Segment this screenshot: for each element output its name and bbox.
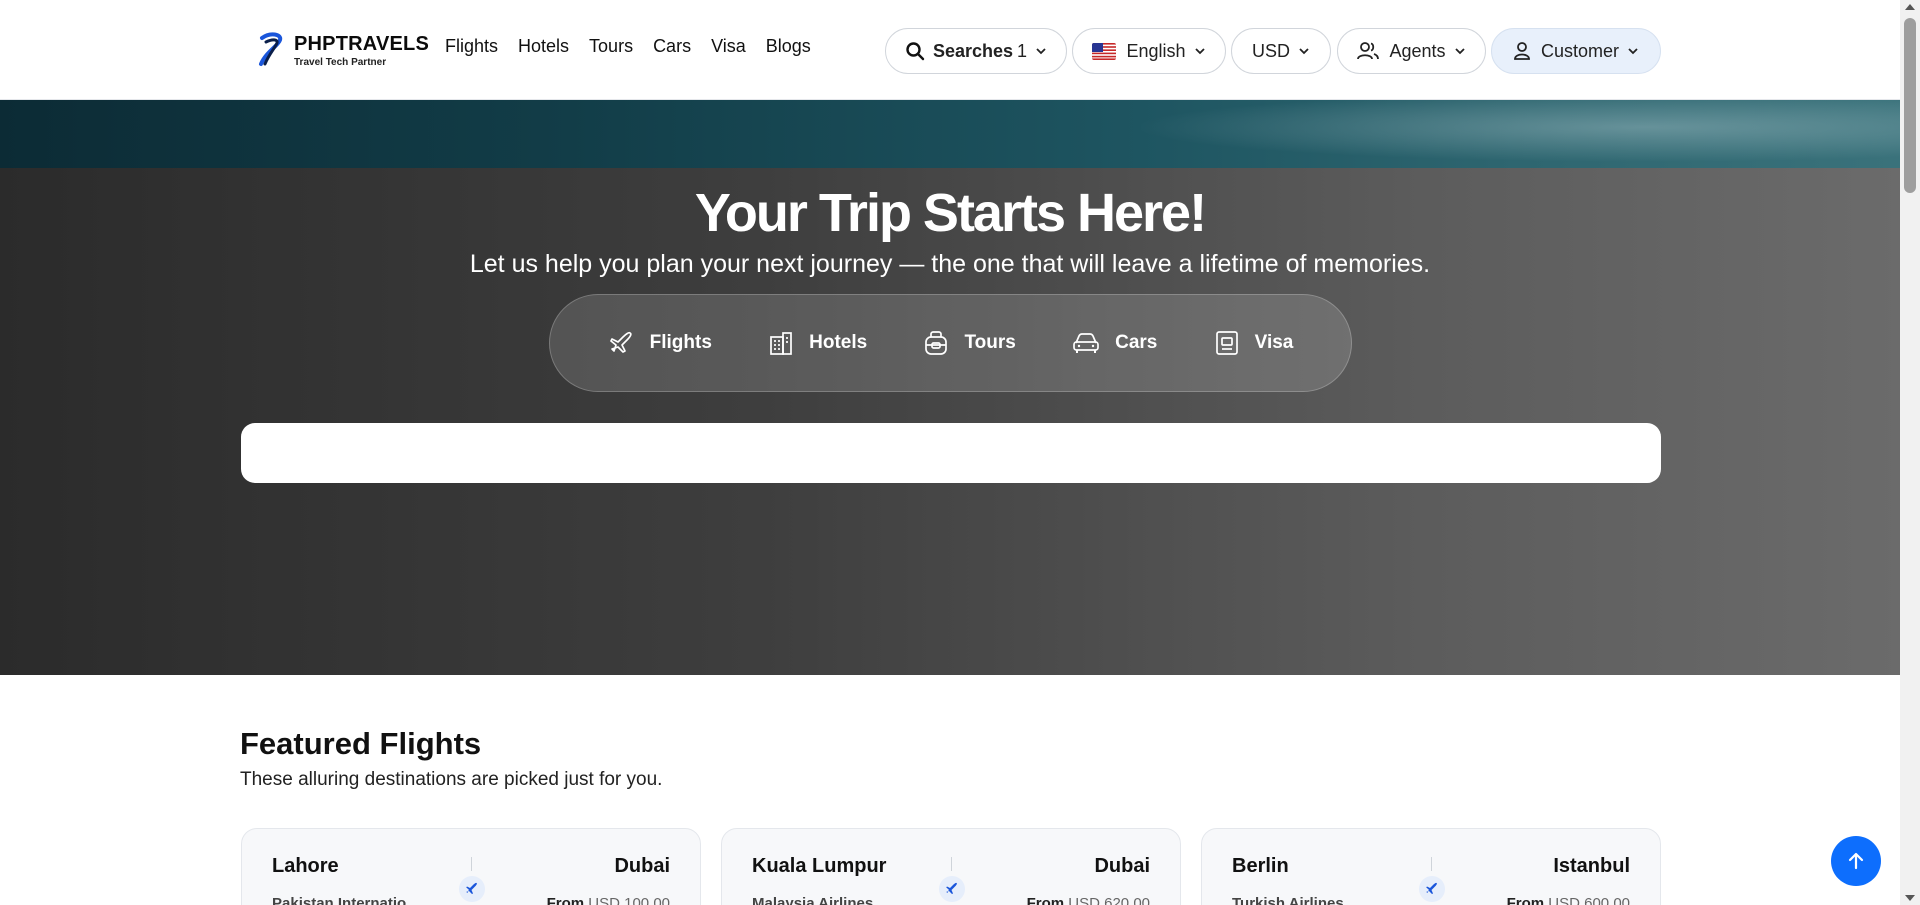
nav-cars[interactable]: Cars bbox=[653, 36, 691, 57]
chevron-down-icon bbox=[1454, 48, 1465, 55]
chevron-down-icon bbox=[1628, 48, 1638, 55]
price-value: USD 600.00 bbox=[1548, 895, 1630, 905]
tab-cars-label: Cars bbox=[1115, 332, 1158, 353]
price-prefix: From bbox=[1026, 895, 1065, 905]
scroll-up-arrow-icon[interactable] bbox=[1905, 4, 1915, 10]
customer-dropdown[interactable]: Customer bbox=[1491, 28, 1661, 74]
featured-flight-card[interactable]: Berlin Istanbul Turkish Airlines From US… bbox=[1201, 828, 1661, 905]
destination-city: Dubai bbox=[1094, 855, 1150, 877]
plane-icon bbox=[1419, 876, 1445, 902]
site-header: PHPTRAVELS Travel Tech Partner Flights H… bbox=[0, 0, 1900, 100]
featured-flight-card[interactable]: Kuala Lumpur Dubai Malaysia Airlines Fro… bbox=[721, 828, 1181, 905]
customer-label: Customer bbox=[1540, 40, 1620, 61]
price-text: From USD 100.00 bbox=[547, 895, 670, 905]
route-divider bbox=[1431, 857, 1432, 871]
chevron-down-icon bbox=[1036, 48, 1046, 55]
hero-section: Your Trip Starts Here! Let us help you p… bbox=[0, 100, 1900, 675]
tab-flights[interactable]: Flights bbox=[608, 329, 712, 357]
tab-visa[interactable]: Visa bbox=[1213, 329, 1294, 357]
airline-name: Turkish Airlines bbox=[1232, 895, 1344, 905]
agents-label: Agents bbox=[1389, 40, 1446, 61]
chevron-down-icon bbox=[1194, 48, 1205, 55]
searches-button[interactable]: Searches 1 bbox=[885, 28, 1067, 74]
chevron-down-icon bbox=[1299, 48, 1309, 55]
airline-name: Pakistan Internatio bbox=[272, 895, 407, 905]
nav-flights[interactable]: Flights bbox=[445, 36, 498, 57]
origin-city: Lahore bbox=[272, 855, 339, 877]
arrow-up-icon bbox=[1848, 852, 1864, 870]
search-icon bbox=[906, 42, 925, 61]
route-divider bbox=[471, 857, 472, 871]
destination-city: Dubai bbox=[614, 855, 670, 877]
tab-visa-label: Visa bbox=[1254, 332, 1294, 353]
plane-icon bbox=[459, 876, 485, 902]
tab-hotels[interactable]: Hotels bbox=[767, 329, 867, 357]
building-icon bbox=[770, 332, 793, 355]
us-flag-icon bbox=[1092, 42, 1117, 60]
brand-tagline: Travel Tech Partner bbox=[294, 56, 387, 68]
featured-flight-card[interactable]: Lahore Dubai Pakistan Internatio From US… bbox=[241, 828, 701, 905]
car-icon bbox=[1073, 333, 1099, 353]
price-text: From USD 600.00 bbox=[1507, 895, 1630, 905]
featured-flights-subtitle: These alluring destinations are picked j… bbox=[240, 769, 663, 790]
language-label: English bbox=[1126, 40, 1186, 61]
route-divider bbox=[951, 857, 952, 871]
brand-logo[interactable]: PHPTRAVELS Travel Tech Partner bbox=[256, 30, 429, 70]
currency-dropdown[interactable]: USD bbox=[1231, 28, 1331, 74]
nav-blogs[interactable]: Blogs bbox=[766, 36, 811, 57]
searches-count: 1 bbox=[1017, 40, 1028, 61]
price-value: USD 620.00 bbox=[1068, 895, 1150, 905]
price-text: From USD 620.00 bbox=[1027, 895, 1150, 905]
main-nav: Flights Hotels Tours Cars Visa Blogs bbox=[445, 36, 811, 57]
nav-visa[interactable]: Visa bbox=[711, 36, 746, 57]
scroll-down-arrow-icon[interactable] bbox=[1905, 895, 1915, 901]
origin-city: Kuala Lumpur bbox=[752, 855, 887, 877]
airline-name: Malaysia Airlines bbox=[752, 895, 874, 905]
nav-tours[interactable]: Tours bbox=[589, 36, 633, 57]
scrollbar-thumb[interactable] bbox=[1904, 18, 1916, 193]
tab-hotels-label: Hotels bbox=[809, 332, 868, 353]
page-scrollbar[interactable] bbox=[1900, 0, 1920, 905]
plane-icon bbox=[609, 331, 632, 353]
hero-background-image bbox=[0, 100, 1900, 168]
price-prefix: From bbox=[546, 895, 585, 905]
hero-subtitle: Let us help you plan your next journey —… bbox=[469, 250, 1431, 278]
luggage-icon bbox=[925, 331, 948, 355]
user-icon bbox=[1514, 42, 1530, 60]
plane-icon bbox=[939, 876, 965, 902]
nav-hotels[interactable]: Hotels bbox=[518, 36, 569, 57]
origin-city: Berlin bbox=[1232, 855, 1289, 877]
passport-icon bbox=[1215, 331, 1238, 355]
tab-tours[interactable]: Tours bbox=[922, 329, 1016, 357]
hero-title: Your Trip Starts Here! bbox=[694, 183, 1207, 243]
price-prefix: From bbox=[1506, 895, 1545, 905]
agents-dropdown[interactable]: Agents bbox=[1337, 28, 1486, 74]
brand-logo-icon bbox=[259, 32, 283, 66]
tab-flights-label: Flights bbox=[649, 332, 712, 353]
tab-tours-label: Tours bbox=[964, 332, 1016, 353]
back-to-top-button[interactable] bbox=[1831, 836, 1881, 886]
currency-label: USD bbox=[1251, 40, 1290, 61]
language-dropdown[interactable]: English bbox=[1072, 28, 1226, 74]
tab-cars[interactable]: Cars bbox=[1071, 329, 1157, 357]
search-tabs: Flights Hotels Tours Cars Visa bbox=[549, 294, 1352, 392]
price-value: USD 100.00 bbox=[588, 895, 670, 905]
search-form-panel[interactable] bbox=[241, 423, 1661, 483]
brand-name: PHPTRAVELS bbox=[294, 32, 429, 55]
searches-label: Searches bbox=[932, 40, 1014, 61]
users-icon bbox=[1357, 42, 1380, 60]
featured-flights-title: Featured Flights bbox=[240, 726, 482, 761]
destination-city: Istanbul bbox=[1553, 855, 1630, 877]
